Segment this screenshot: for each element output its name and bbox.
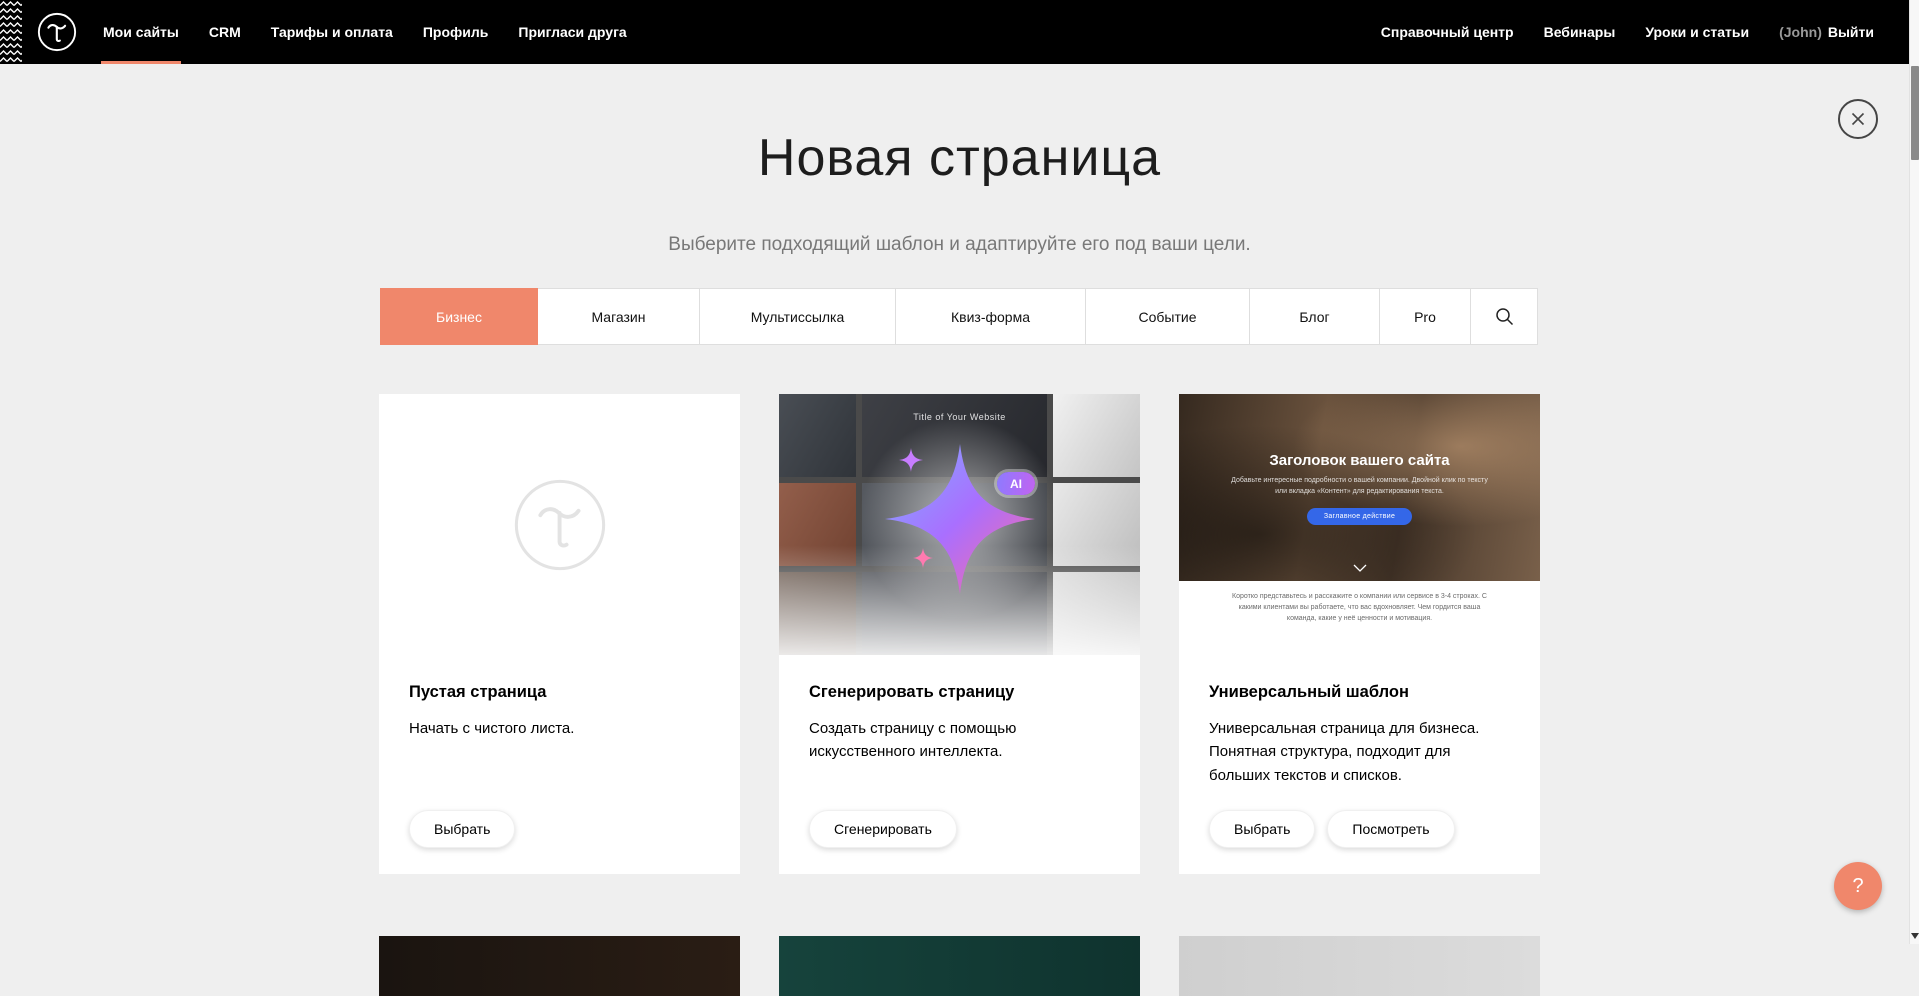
help-button[interactable]: ? — [1834, 862, 1882, 910]
ai-generate-preview[interactable]: Title of Your Website — [779, 394, 1140, 655]
select-universal-button[interactable]: Выбрать — [1209, 810, 1315, 848]
card-description: Создать страницу с помощью искусственног… — [809, 717, 1110, 764]
template-cards-row: Пустая страница Начать с чистого листа. … — [379, 394, 1540, 874]
card-body: Пустая страница Начать с чистого листа. … — [379, 655, 740, 874]
template-card-universal: Заголовок вашего сайта Добавьте интересн… — [1179, 394, 1540, 874]
template-category-tabs: Бизнес Магазин Мультиссылка Квиз-форма С… — [380, 288, 1538, 345]
template-body-text: Коротко представьтесь и расскажите о ком… — [1179, 581, 1540, 655]
tab-blog[interactable]: Блог — [1250, 288, 1380, 345]
template-card-partial[interactable] — [379, 936, 740, 996]
nav-item-webinars[interactable]: Вебинары — [1529, 0, 1631, 64]
tab-store[interactable]: Магазин — [538, 288, 700, 345]
nav-item-crm[interactable]: CRM — [194, 0, 256, 64]
template-hero-button: Заглавное действие — [1307, 508, 1412, 525]
template-card-blank: Пустая страница Начать с чистого листа. … — [379, 394, 740, 874]
tab-pro[interactable]: Pro — [1380, 288, 1471, 345]
generate-button[interactable]: Сгенерировать — [809, 810, 957, 848]
tab-multilink[interactable]: Мультиссылка — [700, 288, 896, 345]
card-title: Универсальный шаблон — [1209, 683, 1510, 702]
nav-item-logout[interactable]: (John) Выйти — [1764, 0, 1889, 64]
blank-page-preview[interactable] — [379, 394, 740, 655]
tab-quiz-form[interactable]: Квиз-форма — [896, 288, 1086, 345]
navbar-spacer — [642, 0, 1366, 64]
scrollbar-down-arrow[interactable] — [1910, 931, 1919, 941]
close-icon — [1850, 111, 1866, 127]
template-card-partial[interactable] — [779, 936, 1140, 996]
triangle-down-icon — [1911, 933, 1919, 939]
card-actions: Выбрать — [409, 810, 710, 848]
tab-event[interactable]: Событие — [1086, 288, 1250, 345]
chevron-down-icon — [1353, 564, 1367, 572]
view-universal-button[interactable]: Посмотреть — [1327, 810, 1454, 848]
nav-item-lessons[interactable]: Уроки и статьи — [1630, 0, 1764, 64]
nav-item-my-sites[interactable]: Мои сайты — [88, 0, 194, 64]
template-cards-row-2 — [379, 936, 1540, 996]
template-card-ai-generate: Title of Your Website — [779, 394, 1140, 874]
secondary-nav: Справочный центр Вебинары Уроки и статьи… — [1366, 0, 1889, 64]
select-blank-button[interactable]: Выбрать — [409, 810, 515, 848]
page-title: Новая страница — [0, 128, 1919, 188]
nav-item-pricing[interactable]: Тарифы и оплата — [256, 0, 408, 64]
scrollbar[interactable] — [1909, 0, 1919, 944]
small-sparkle-icon — [899, 448, 923, 472]
user-name: (John) — [1779, 24, 1822, 40]
logout-label: Выйти — [1828, 24, 1874, 40]
top-navbar: Мои сайты CRM Тарифы и оплата Профиль Пр… — [0, 0, 1919, 64]
zigzag-pattern-icon — [0, 0, 22, 64]
card-title: Сгенерировать страницу — [809, 683, 1110, 702]
card-title: Пустая страница — [409, 683, 710, 702]
tab-search[interactable] — [1471, 288, 1538, 345]
template-hero-text: Добавьте интересные подробности о вашей … — [1226, 476, 1493, 497]
scrollbar-thumb[interactable] — [1911, 66, 1919, 160]
universal-template-preview[interactable]: Заголовок вашего сайта Добавьте интересн… — [1179, 394, 1540, 655]
template-hero-section: Заголовок вашего сайта Добавьте интересн… — [1179, 394, 1540, 581]
nav-item-profile[interactable]: Профиль — [408, 0, 504, 64]
nav-item-help-center[interactable]: Справочный центр — [1366, 0, 1529, 64]
page-subtitle: Выберите подходящий шаблон и адаптируйте… — [0, 234, 1919, 256]
nav-item-invite-friend[interactable]: Пригласи друга — [503, 0, 641, 64]
main-nav: Мои сайты CRM Тарифы и оплата Профиль Пр… — [88, 0, 642, 64]
tab-business[interactable]: Бизнес — [380, 288, 538, 345]
search-icon — [1495, 307, 1514, 326]
card-description: Начать с чистого листа. — [409, 717, 710, 740]
template-card-partial[interactable] — [1179, 936, 1540, 996]
template-hero-heading: Заголовок вашего сайта — [1179, 394, 1540, 469]
card-actions: Сгенерировать — [809, 810, 1110, 848]
close-button[interactable] — [1838, 99, 1878, 139]
card-body: Сгенерировать страницу Создать страницу … — [779, 655, 1140, 874]
card-description: Универсальная страница для бизнеса. Поня… — [1209, 717, 1510, 787]
tilda-logo-icon[interactable] — [36, 11, 78, 53]
tilda-watermark-icon — [512, 477, 608, 573]
card-body: Универсальный шаблон Универсальная стран… — [1179, 655, 1540, 874]
card-actions: Выбрать Посмотреть — [1209, 810, 1510, 848]
ai-sparkle-icon — [885, 444, 1035, 594]
ai-badge: AI — [997, 472, 1035, 495]
small-sparkle-icon — [913, 548, 933, 568]
